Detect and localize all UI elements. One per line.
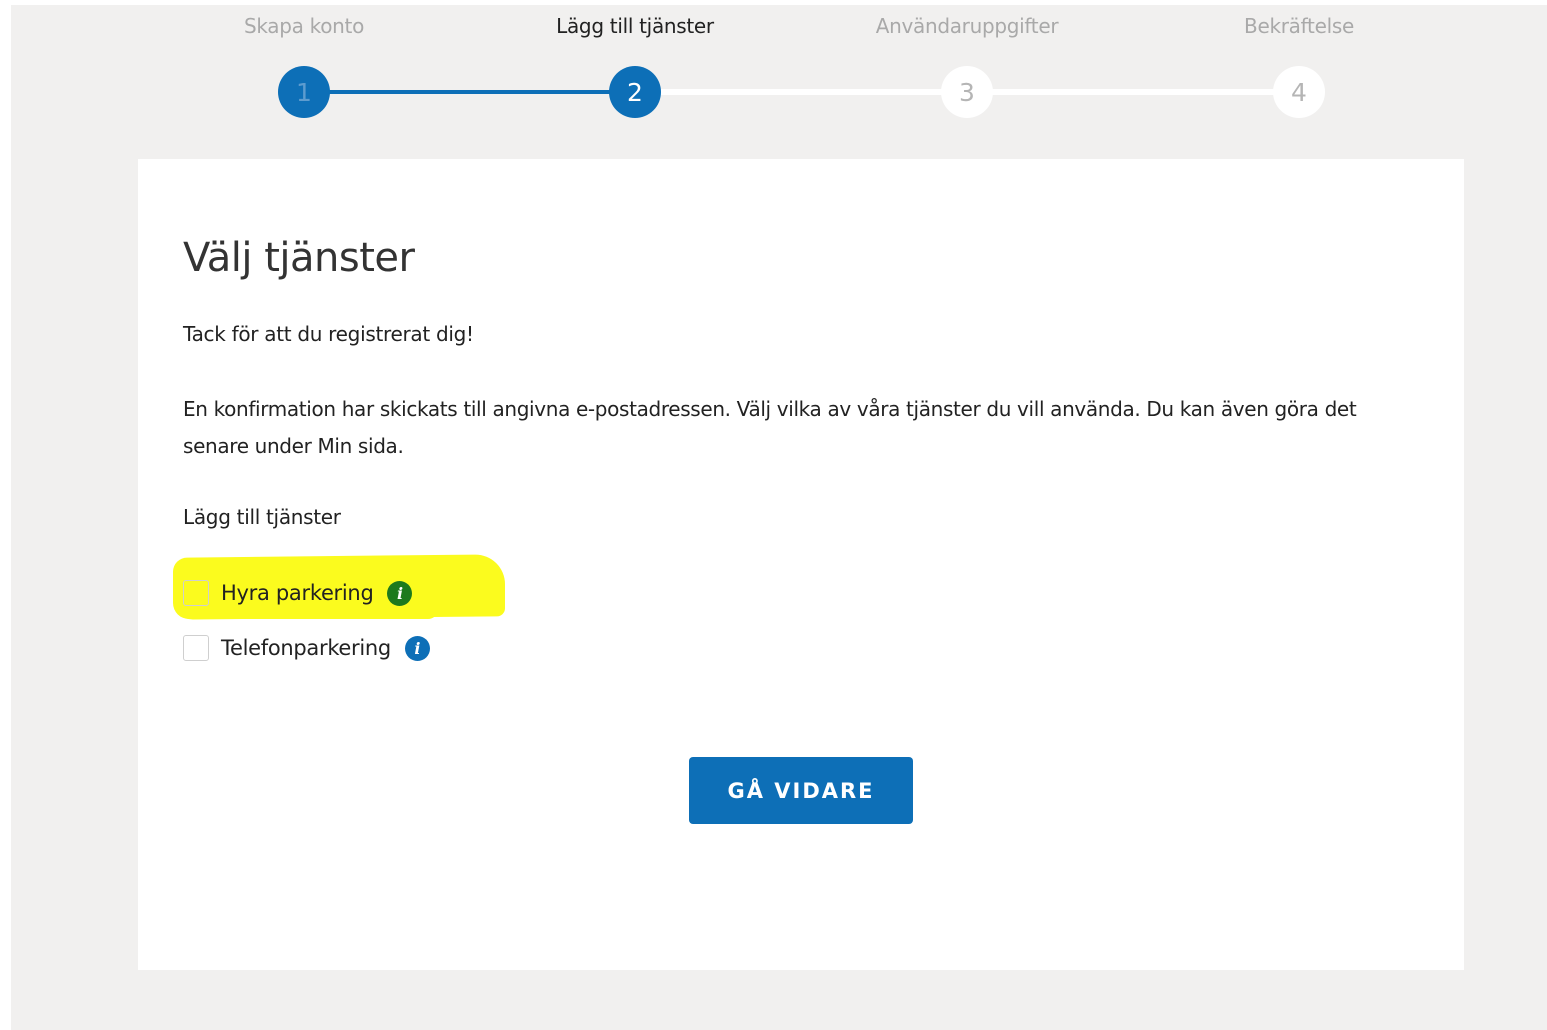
step-label-user-details: Användaruppgifter <box>875 14 1059 38</box>
step-label-create-account: Skapa konto <box>243 14 365 38</box>
services-card: Välj tjänster Tack för att du registrera… <box>138 159 1464 970</box>
service-option-telefonparkering[interactable]: Telefonparkering i <box>183 633 430 663</box>
service-label[interactable]: Telefonparkering <box>221 636 391 660</box>
service-option-hyra-parkering[interactable]: Hyra parkering i <box>183 578 413 608</box>
info-icon[interactable]: i <box>404 635 430 661</box>
step-connector <box>650 89 960 95</box>
step-circle-3: 3 <box>941 66 993 118</box>
step-label-add-services: Lägg till tjänster <box>556 14 714 38</box>
service-label[interactable]: Hyra parkering <box>221 581 374 605</box>
telefonparkering-checkbox[interactable] <box>183 635 209 661</box>
step-circle-1: 1 <box>278 66 330 118</box>
step-circle-4: 4 <box>1273 66 1325 118</box>
confirmation-message: En konfirmation har skickats till angivn… <box>183 397 1357 458</box>
step-label-confirmation: Bekräftelse <box>1244 14 1354 38</box>
services-heading: Lägg till tjänster <box>183 505 341 529</box>
step-circle-2: 2 <box>609 66 661 118</box>
thanks-message: Tack för att du registrerat dig! <box>183 322 474 346</box>
page-title: Välj tjänster <box>183 235 415 281</box>
info-icon[interactable]: i <box>387 580 413 606</box>
continue-button[interactable]: GÅ VIDARE <box>689 757 913 824</box>
step-connector-done <box>320 90 620 94</box>
hyra-parkering-checkbox[interactable] <box>183 580 209 606</box>
step-connector <box>982 89 1292 95</box>
